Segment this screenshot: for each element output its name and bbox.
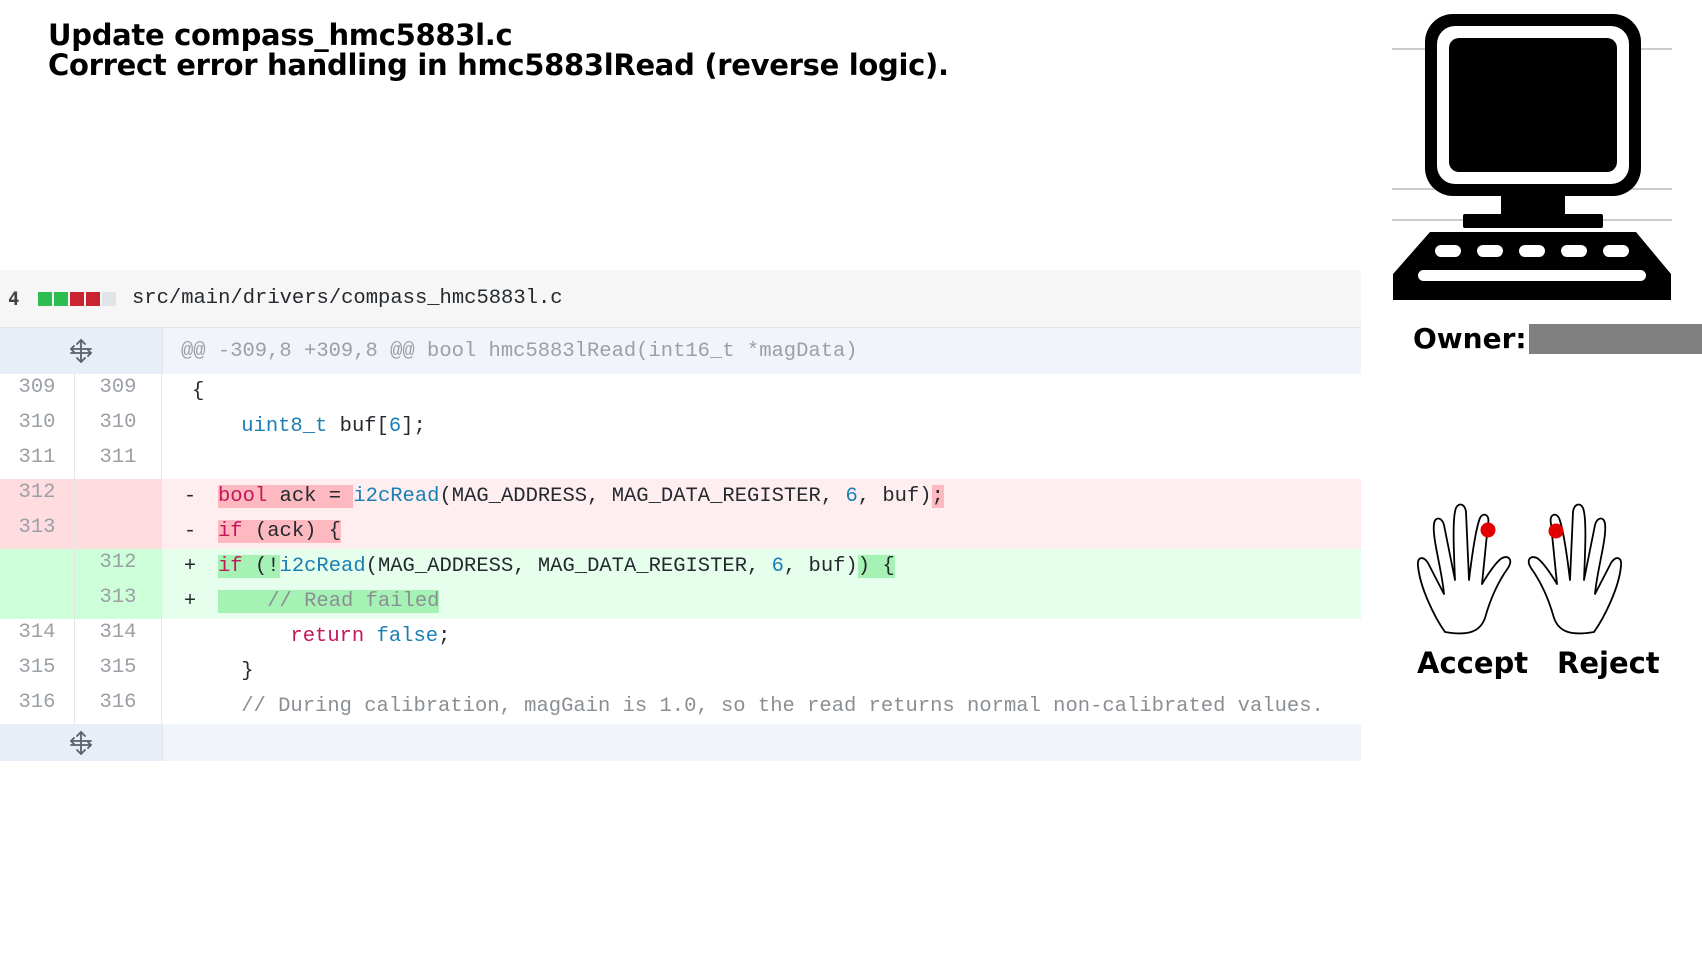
- code-token: 6: [771, 555, 784, 578]
- code-token: ) {: [857, 555, 895, 578]
- code-token: (!: [242, 555, 280, 578]
- old-line-number[interactable]: 311: [0, 444, 75, 479]
- unfold-icon: [70, 730, 92, 755]
- owner-value-redacted: [1528, 323, 1702, 354]
- new-line-number[interactable]: 315: [75, 654, 162, 689]
- code-line: }: [192, 660, 1361, 683]
- diffstat-bar: [38, 291, 118, 306]
- code-token: , buf): [783, 555, 858, 578]
- code-token: uint8_t: [241, 415, 328, 438]
- code-line: if (!i2cRead(MAG_ADDRESS, MAG_DATA_REGIS…: [218, 555, 1361, 578]
- code-token: false: [376, 625, 439, 648]
- code-token: {: [192, 380, 205, 403]
- expand-down-button[interactable]: [0, 724, 163, 761]
- line-marker: +: [183, 590, 197, 613]
- code-line: {: [192, 380, 1361, 403]
- diff-line-context: 315 315 }: [0, 654, 1361, 689]
- diff-view: 4 src/main/drivers/compass_hmc5883l.c @@…: [0, 270, 1361, 761]
- owner-label: Owner:: [1413, 322, 1527, 355]
- old-line-number[interactable]: 315: [0, 654, 75, 689]
- code-token: (MAG_ADDRESS, MAG_DATA_REGISTER,: [439, 485, 846, 508]
- diff-line-context: 310 310 uint8_t buf[6];: [0, 409, 1361, 444]
- code-line: // During calibration, magGain is 1.0, s…: [192, 695, 1361, 718]
- commit-title-line-1: Update compass_hmc5883l.c: [48, 18, 513, 52]
- old-line-number[interactable]: 310: [0, 409, 75, 444]
- computer-icon: [1392, 14, 1672, 300]
- accept-marker-dot: [1480, 522, 1496, 538]
- new-line-number[interactable]: 312: [75, 549, 162, 584]
- diffstat-add-block: [54, 291, 68, 306]
- code-line: uint8_t buf[6];: [192, 415, 1361, 438]
- code-token: 6: [388, 415, 402, 438]
- code-token: if: [218, 520, 243, 543]
- new-line-number[interactable]: 310: [75, 409, 162, 444]
- code-token: , buf): [857, 485, 932, 508]
- code-token: ;: [931, 485, 944, 508]
- diff-line-deletion: 313 - if (ack) {: [0, 514, 1361, 549]
- code-token: i2cRead: [279, 555, 366, 578]
- code-token: ack =: [267, 485, 354, 508]
- code-token: }: [241, 660, 254, 683]
- diff-line-context: 316 316 // During calibration, magGain i…: [0, 689, 1361, 724]
- code-token: 6: [845, 485, 858, 508]
- file-header: 4 src/main/drivers/compass_hmc5883l.c: [0, 270, 1361, 328]
- line-marker: +: [183, 555, 197, 578]
- hunk-header-text: @@ -309,8 +309,8 @@ bool hmc5883lRead(in…: [181, 339, 858, 363]
- old-line-number[interactable]: [0, 549, 75, 584]
- old-line-number[interactable]: [0, 584, 75, 619]
- old-line-number[interactable]: 314: [0, 619, 75, 654]
- reject-marker-dot: [1548, 523, 1564, 539]
- code-token: ];: [401, 415, 426, 438]
- code-token: if: [218, 555, 243, 578]
- code-token: buf[: [327, 415, 389, 438]
- diffstat-del-block: [86, 291, 100, 306]
- code-token: bool: [218, 485, 268, 508]
- new-line-number[interactable]: [75, 514, 162, 549]
- code-line: if (ack) {: [218, 520, 1361, 543]
- new-line-number[interactable]: 314: [75, 619, 162, 654]
- file-path[interactable]: src/main/drivers/compass_hmc5883l.c: [132, 287, 563, 310]
- code-token: (MAG_ADDRESS, MAG_DATA_REGISTER,: [365, 555, 772, 578]
- code-token: // During calibration, magGain is 1.0, s…: [241, 695, 1324, 718]
- code-line: // Read failed: [218, 590, 1361, 613]
- diff-line-deletion: 312 - bool ack = i2cRead(MAG_ADDRESS, MA…: [0, 479, 1361, 514]
- new-line-number[interactable]: 313: [75, 584, 162, 619]
- old-line-number[interactable]: 316: [0, 689, 75, 724]
- old-line-number[interactable]: 312: [0, 479, 75, 514]
- diff-line-context: 309 309 {: [0, 374, 1361, 409]
- diff-line-context: 311 311: [0, 444, 1361, 479]
- diffstat-neutral-block: [102, 291, 116, 306]
- line-marker: -: [183, 485, 197, 508]
- old-line-number[interactable]: 313: [0, 514, 75, 549]
- hunk-header: @@ -309,8 +309,8 @@ bool hmc5883lRead(in…: [0, 328, 1361, 374]
- diff-line-addition: 312 + if (!i2cRead(MAG_ADDRESS, MAG_DATA…: [0, 549, 1361, 584]
- diffstat-del-block: [70, 291, 84, 306]
- hunk-footer: [0, 724, 1361, 761]
- new-line-number[interactable]: 316: [75, 689, 162, 724]
- new-line-number[interactable]: 311: [75, 444, 162, 479]
- line-marker: -: [183, 520, 197, 543]
- reject-button[interactable]: Reject: [1557, 646, 1660, 680]
- code-token: return: [290, 625, 365, 648]
- commit-title: Update compass_hmc5883l.c Correct error …: [48, 20, 949, 80]
- commit-title-line-2: Correct error handling in hmc5883lRead (…: [48, 48, 949, 82]
- accept-button[interactable]: Accept: [1417, 646, 1528, 680]
- old-line-number[interactable]: 309: [0, 374, 75, 409]
- diff-line-addition: 313 + // Read failed: [0, 584, 1361, 619]
- expand-up-button[interactable]: [0, 328, 163, 374]
- code-line: bool ack = i2cRead(MAG_ADDRESS, MAG_DATA…: [218, 485, 1361, 508]
- owner-field: Owner:: [1413, 322, 1702, 355]
- unfold-icon: [70, 339, 92, 363]
- change-count: 4: [8, 287, 20, 310]
- code-token: // Read failed: [218, 590, 440, 613]
- code-token: (ack) {: [242, 520, 342, 543]
- code-line: return false;: [192, 625, 1361, 648]
- diff-line-context: 314 314 return false;: [0, 619, 1361, 654]
- code-token: i2cRead: [353, 485, 440, 508]
- new-line-number[interactable]: [75, 479, 162, 514]
- new-line-number[interactable]: 309: [75, 374, 162, 409]
- diffstat-add-block: [38, 291, 52, 306]
- code-token: ;: [438, 625, 451, 648]
